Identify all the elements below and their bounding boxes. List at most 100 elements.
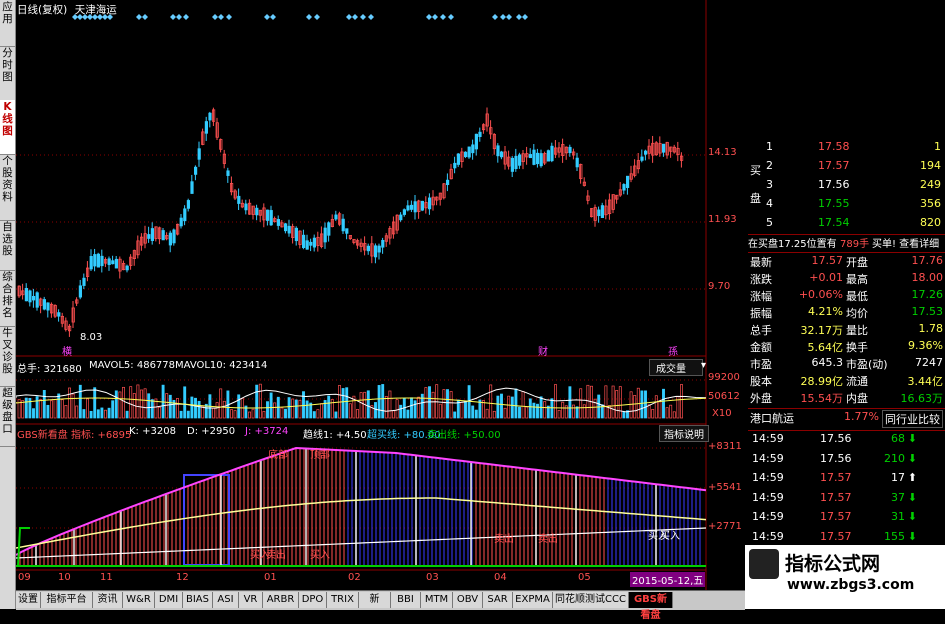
left-tab[interactable]: 个股资料 xyxy=(0,154,15,221)
volume-type-select[interactable]: 成交量 xyxy=(649,359,703,376)
indicator-tab[interactable]: SAR xyxy=(483,592,513,608)
signal-diamond-icon xyxy=(170,14,176,20)
candle-body xyxy=(341,218,345,232)
volume-bar xyxy=(417,396,421,419)
volume-bar xyxy=(510,396,514,419)
candle-body xyxy=(161,230,165,241)
volume-bar xyxy=(438,403,442,419)
volume-bar xyxy=(474,409,478,419)
watermark-title: 指标公式网 xyxy=(785,553,881,575)
candle-body xyxy=(334,214,338,220)
indicator-highlight-box xyxy=(183,474,230,566)
signal-diamond-icon xyxy=(142,14,148,20)
left-tab[interactable]: K线图 xyxy=(0,100,15,155)
order-price: 17.55 xyxy=(818,197,850,210)
watermark-url: www.zbgs3.com xyxy=(787,577,915,593)
order-book-row[interactable]: 1 17.58 1 xyxy=(748,140,945,159)
left-tab[interactable]: 综合排名 xyxy=(0,270,15,327)
left-tab[interactable]: 应用 xyxy=(0,0,15,47)
notice-link[interactable]: 买单! 查看详细 xyxy=(872,235,939,250)
indicator-name[interactable]: GBS新看盘 xyxy=(17,426,68,441)
indicator-tab[interactable]: DMI xyxy=(155,592,183,608)
left-tab[interactable]: 超级盘口 xyxy=(0,386,15,447)
volume-bar xyxy=(410,397,413,419)
indicator-tab[interactable]: 资讯 xyxy=(93,592,123,608)
left-tab[interactable]: 分时图 xyxy=(0,46,15,101)
indicator-tab[interactable]: 指标平台 xyxy=(41,592,93,608)
signal-diamond-icon xyxy=(346,14,352,20)
volume-bar xyxy=(582,404,586,419)
order-book-row[interactable]: 4 17.55 356 xyxy=(748,197,945,216)
left-tab[interactable]: 牛叉诊股 xyxy=(0,326,15,387)
indicator-tab[interactable]: MTM xyxy=(421,592,453,608)
volume-bar xyxy=(572,404,575,419)
volume-bar xyxy=(647,404,651,419)
indicator-tab[interactable]: VR xyxy=(239,592,263,608)
indicator-tab[interactable]: 设置 xyxy=(16,592,41,608)
quote-label: 涨幅 xyxy=(750,290,772,303)
volume-bar xyxy=(24,397,28,419)
order-book-row[interactable]: 5 17.54 820 xyxy=(748,216,945,235)
event-label[interactable]: 孫 xyxy=(668,343,678,358)
volume-bar xyxy=(356,409,359,419)
order-level: 1 xyxy=(766,140,773,153)
candle-body xyxy=(265,209,270,221)
candle-body xyxy=(496,145,500,157)
candle-body xyxy=(626,175,630,188)
indicator-axis-tick: +2771 xyxy=(708,521,742,532)
candle-body xyxy=(539,153,543,167)
sector-compare-button[interactable]: 同行业比较 xyxy=(882,410,943,428)
volume-bar xyxy=(125,410,129,419)
chevron-down-icon[interactable]: ▾ xyxy=(701,360,706,371)
volume-bar xyxy=(32,408,35,419)
quote-label: 市盈(动) xyxy=(846,358,888,371)
indicator-tab[interactable]: GBS新看盘 xyxy=(629,592,673,621)
signal-diamond-icon xyxy=(352,14,358,20)
tick-price: 17.56 xyxy=(820,432,852,445)
event-label[interactable]: 横 xyxy=(62,343,72,358)
sector-name[interactable]: 港口航运 xyxy=(750,410,794,426)
tick-time: 14:59 xyxy=(752,529,784,543)
order-volume: 820 xyxy=(920,216,941,229)
indicator-help-button[interactable]: 指标说明 xyxy=(659,425,709,442)
volume-bar xyxy=(453,411,457,419)
indicator-tab[interactable]: BIAS xyxy=(183,592,213,608)
tick-row: 14:59 17.56 210 ⬇ xyxy=(748,452,945,471)
volume-bar xyxy=(42,390,46,419)
volume-bar xyxy=(298,399,302,419)
quote-row: 股本 28.99亿 流通 3.44亿 xyxy=(748,373,945,390)
indicator-sell-line: 卖出线: +50.00 xyxy=(427,430,501,441)
indicator-tab[interactable]: 新DMA xyxy=(359,592,391,621)
indicator-tab[interactable]: ASI xyxy=(213,592,239,608)
candle-body xyxy=(532,149,536,165)
volume-bar xyxy=(114,390,118,419)
volume-bar xyxy=(248,411,251,419)
volume-bar xyxy=(392,410,395,419)
volume-bar xyxy=(316,409,320,419)
indicator-tab[interactable]: ARBR xyxy=(263,592,299,608)
indicator-tab[interactable]: DPO xyxy=(299,592,327,608)
indicator-tab[interactable]: EXPMA xyxy=(513,592,553,608)
volume-total: 总手: 321680 xyxy=(17,364,82,375)
volume-bar xyxy=(93,387,97,419)
indicator-tab[interactable]: W&R xyxy=(123,592,155,608)
event-label[interactable]: 财 xyxy=(538,343,548,358)
indicator-tab[interactable]: 同花顺测试CCC xyxy=(553,592,629,608)
indicator-k: K: +3208 xyxy=(129,426,176,437)
volume-bar xyxy=(294,399,298,419)
tick-volume: 17 xyxy=(891,471,905,484)
date-tick: 01 xyxy=(264,572,277,583)
volume-bar xyxy=(107,407,111,419)
volume-bar xyxy=(269,392,273,419)
kline-chart[interactable] xyxy=(16,0,744,590)
indicator-tab[interactable]: BBI xyxy=(391,592,421,608)
volume-bar xyxy=(536,403,539,419)
order-book-row[interactable]: 3 17.56 249 xyxy=(748,178,945,197)
left-tab[interactable]: 自选股 xyxy=(0,220,15,271)
indicator-tab[interactable]: OBV xyxy=(453,592,483,608)
candle-body xyxy=(168,232,172,246)
arrow-down-icon: ⬇ xyxy=(907,451,917,465)
indicator-tab[interactable]: TRIX xyxy=(327,592,359,608)
order-book-row[interactable]: 2 17.57 194 xyxy=(748,159,945,178)
date-tick: 12 xyxy=(176,572,189,583)
